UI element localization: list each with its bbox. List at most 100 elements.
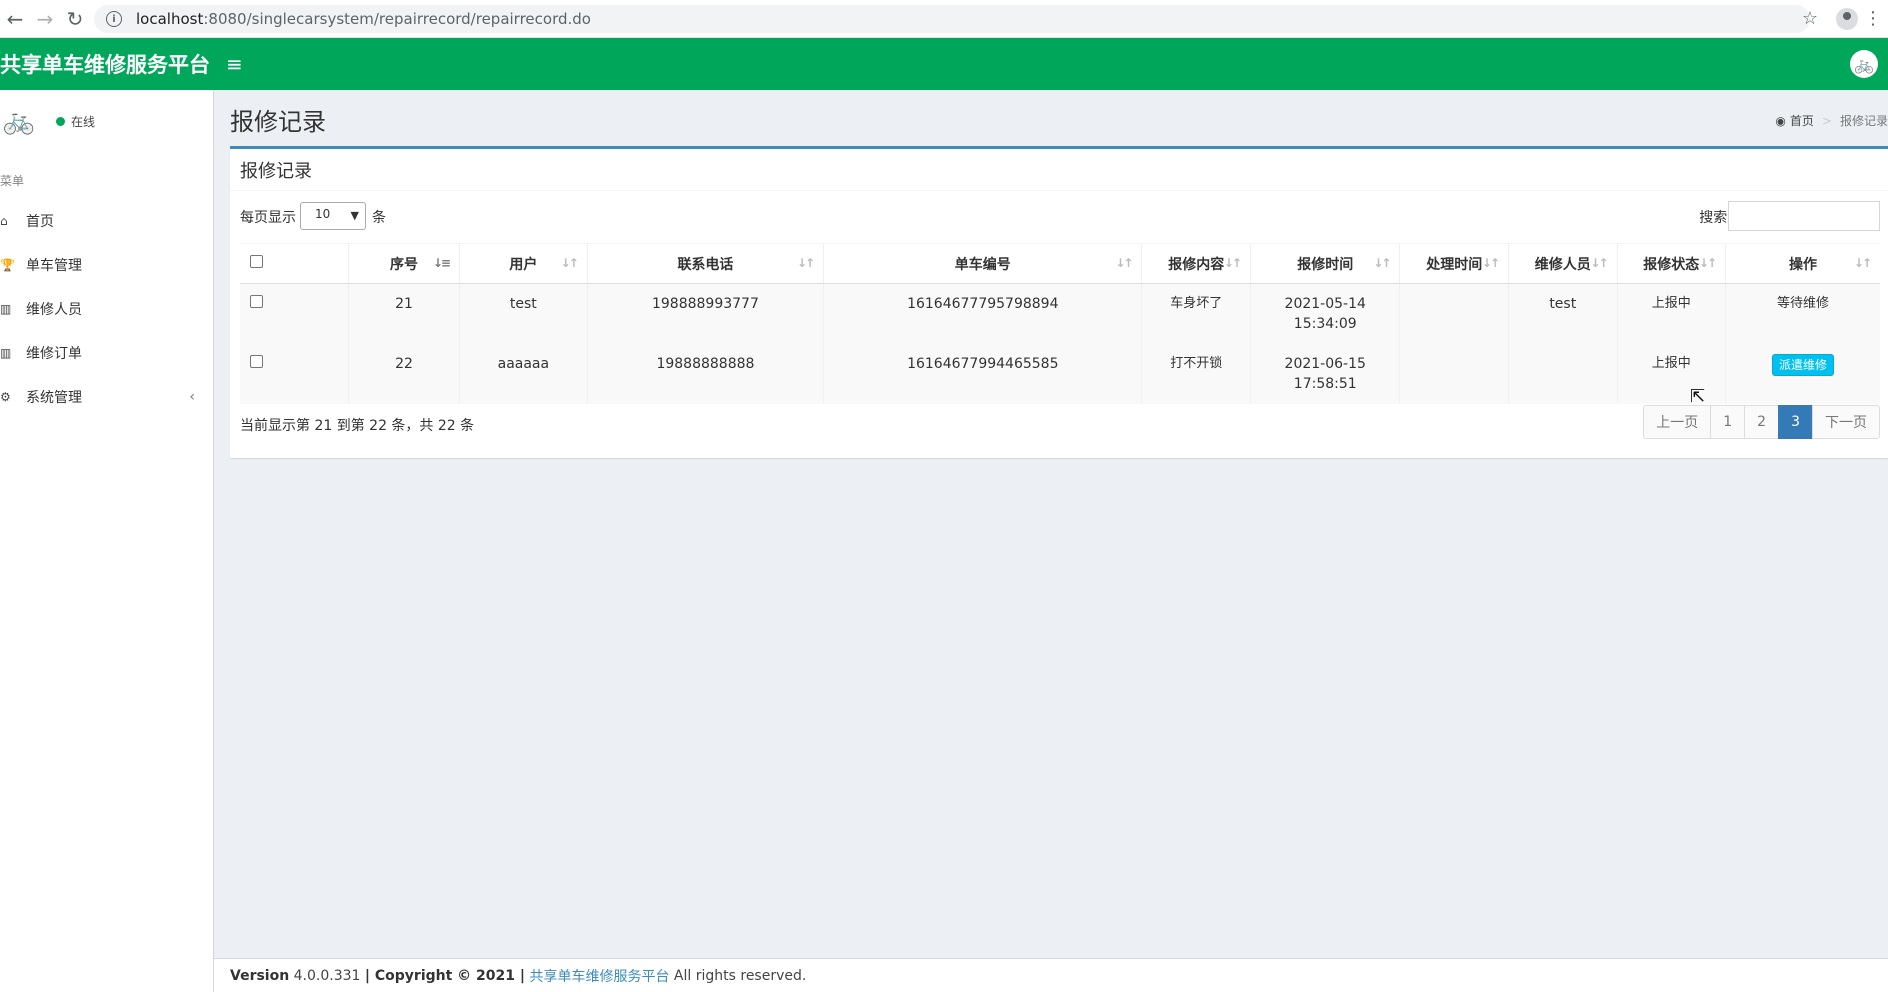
address-bar[interactable]: i localhost:8080/singlecarsystem/repairr…	[94, 5, 1810, 33]
user-panel: 🚲 在线	[0, 90, 213, 152]
column-header-status[interactable]: 报修状态 ↓↑	[1616, 243, 1726, 284]
browser-toolbar: ← → ↻ i localhost:8080/singlecarsystem/r…	[0, 0, 1888, 38]
cell-status: 上报中	[1616, 283, 1726, 344]
page-length-label: 每页显示	[240, 210, 296, 226]
row-checkbox[interactable]	[250, 295, 263, 308]
trophy-icon: 🏆	[0, 258, 15, 272]
cell-status: 上报中	[1616, 344, 1726, 404]
dashboard-icon: ◉	[1775, 113, 1786, 128]
online-status-text: 在线	[71, 114, 96, 129]
cell-action: 等待维修	[1725, 283, 1880, 344]
column-header-phone[interactable]: 联系电话 ↓↑	[586, 243, 824, 284]
sort-icon: ↓↑	[1481, 256, 1500, 270]
gear-icon: ⚙	[0, 390, 11, 404]
table-header-row: 序号 ↓≡ 用户 ↓↑ 联系电话 ↓↑ 单车编号 ↓↑ 报修内容 ↓↑ 报修时间 ↓↑ 处理…	[240, 243, 1880, 284]
cell-date: 2021-06-15	[1284, 356, 1366, 372]
box-title: 报修记录	[230, 149, 1888, 191]
sidebar-toggle-icon[interactable]: ≡	[226, 52, 243, 76]
sidebar-item-label: 首页	[26, 214, 54, 230]
sidebar-item-orders[interactable]: ▥ 维修订单	[0, 331, 213, 375]
sort-icon: ↓↑	[797, 256, 815, 270]
column-label: 维修人员	[1534, 256, 1591, 273]
cell-user: test	[458, 283, 588, 344]
rights-text: All rights reserved.	[673, 967, 807, 984]
table-info: 当前显示第 21 到第 22 条，共 22 条	[240, 418, 475, 434]
reload-icon[interactable]: ↻	[60, 4, 90, 34]
app-logo[interactable]: 共享单车维修服务平台	[0, 49, 214, 79]
sort-icon: ↓↑	[1590, 256, 1608, 270]
info-icon[interactable]: i	[106, 11, 122, 27]
cell-worker: test	[1508, 283, 1618, 344]
sidebar-item-label: 单车管理	[26, 258, 82, 274]
cell-id: 21	[348, 283, 460, 344]
page-length-unit: 条	[372, 210, 386, 226]
footer: Version 4.0.0.331 | Copyright © 2021 | 共…	[214, 958, 1888, 992]
column-header-bike[interactable]: 单车编号 ↓↑	[823, 243, 1142, 284]
mouse-cursor-icon: ⇱	[1690, 386, 1706, 407]
cell-phone: 198888993777	[586, 283, 824, 344]
cell-bike: 16164677795798894	[823, 283, 1142, 344]
browser-menu-icon[interactable]: ⋮	[1864, 8, 1882, 29]
column-header-handle-time[interactable]: 处理时间 ↓↑	[1399, 243, 1509, 284]
next-page-button[interactable]: 下一页	[1812, 405, 1880, 439]
table-row: 21 test 198888993777 16164677795798894 车…	[240, 283, 1880, 344]
breadcrumb-home[interactable]: 首页	[1790, 112, 1814, 129]
bar-chart-icon: ▥	[0, 302, 12, 316]
column-header-content[interactable]: 报修内容 ↓↑	[1141, 243, 1251, 284]
chevron-left-icon: ‹	[189, 389, 195, 405]
page-length-select[interactable]: 10 ▼	[300, 202, 366, 230]
cell-phone: 19888888888	[586, 344, 824, 404]
online-status-dot	[56, 116, 65, 126]
row-select-cell	[240, 283, 349, 344]
cell-action: 派遣维修	[1725, 344, 1880, 404]
pagination: 上一页 1 2 3 下一页	[1643, 405, 1880, 439]
profile-icon[interactable]	[1836, 8, 1858, 30]
bookmark-star-icon[interactable]: ☆	[1802, 8, 1818, 29]
cell-time: 2021-06-15 17:58:51	[1249, 344, 1400, 404]
column-header-worker[interactable]: 维修人员 ↓↑	[1508, 243, 1618, 284]
user-avatar-icon[interactable]: 🚲	[1850, 50, 1878, 78]
back-icon[interactable]: ←	[0, 4, 30, 34]
sort-asc-icon: ↓≡	[432, 256, 451, 270]
column-header-time[interactable]: 报修时间 ↓↑	[1249, 243, 1400, 284]
repair-record-box: 报修记录 每页显示 10 ▼ 条 搜索: 序号 ↓≡ 用户 ↓↑ 联系电话 ↓↑ 单车…	[230, 146, 1888, 458]
cell-handle-time	[1399, 283, 1509, 344]
column-header-user[interactable]: 用户 ↓↑	[458, 243, 588, 284]
version-label: Version	[230, 967, 290, 984]
column-label: 报修内容	[1168, 256, 1225, 273]
sidebar: 🚲 在线 菜单 ⌂ 首页 🏆 单车管理 ▥ 维修人员 ▥ 维修订单 ⚙ 系统管理…	[0, 90, 214, 992]
copyright-text: | Copyright © 2021 |	[364, 967, 526, 984]
column-label: 处理时间	[1426, 256, 1483, 273]
page-2-button[interactable]: 2	[1744, 405, 1780, 439]
table-row: 22 aaaaaa 19888888888 16164677994465585 …	[240, 344, 1880, 404]
url-host: localhost	[136, 10, 204, 28]
cell-handle-time	[1399, 344, 1509, 404]
search-input[interactable]	[1728, 201, 1880, 231]
cell-id: 22	[348, 344, 460, 404]
row-checkbox[interactable]	[250, 355, 263, 368]
sidebar-item-bikes[interactable]: 🏆 单车管理	[0, 243, 213, 287]
footer-brand-link[interactable]: 共享单车维修服务平台	[529, 966, 669, 986]
prev-page-button[interactable]: 上一页	[1643, 405, 1712, 439]
sidebar-item-home[interactable]: ⌂ 首页	[0, 199, 213, 243]
page-1-button[interactable]: 1	[1710, 405, 1746, 439]
url-path: :8080/singlecarsystem/repairrecord/repai…	[203, 10, 591, 28]
sidebar-item-label: 维修订单	[26, 346, 82, 362]
select-all-checkbox[interactable]	[250, 255, 263, 268]
sidebar-item-system[interactable]: ⚙ 系统管理 ‹	[0, 375, 213, 419]
cell-bike: 16164677994465585	[823, 344, 1142, 404]
cell-content: 车身坏了	[1141, 283, 1251, 344]
version-number: 4.0.0.331	[293, 967, 361, 984]
sidebar-item-workers[interactable]: ▥ 维修人员	[0, 287, 213, 331]
sort-icon: ↓↑	[1853, 256, 1872, 270]
column-header-action[interactable]: 操作 ↓↑	[1725, 243, 1880, 284]
forward-icon[interactable]: →	[30, 4, 60, 34]
column-header-id[interactable]: 序号 ↓≡	[348, 243, 460, 284]
dispatch-repair-button[interactable]: 派遣维修	[1772, 354, 1835, 376]
chevron-down-icon: ▼	[350, 209, 359, 222]
sidebar-item-label: 维修人员	[26, 302, 82, 318]
breadcrumb-current: 报修记录	[1839, 114, 1888, 128]
page-3-button[interactable]: 3	[1778, 405, 1813, 439]
bar-chart-icon: ▥	[0, 346, 12, 360]
cell-date: 2021-05-14	[1284, 296, 1366, 312]
